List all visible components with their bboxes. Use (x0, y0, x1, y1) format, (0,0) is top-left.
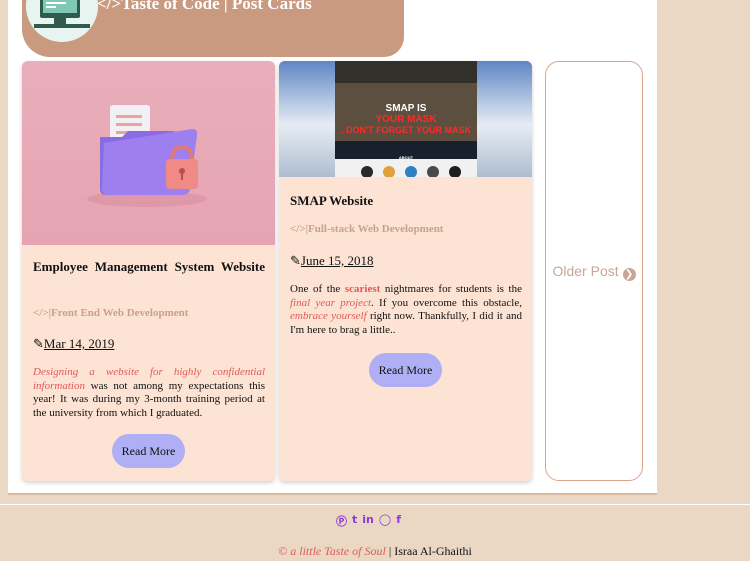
post-excerpt-highlight: embrace yourself (290, 310, 367, 322)
post-excerpt-strong: scariest (344, 283, 381, 295)
thumbnail-line-1: SMAP IS (385, 103, 427, 114)
post-date-text: Mar 14, 2019 (43, 336, 115, 351)
post-category[interactable]: </>|Front End Web Development (33, 307, 188, 319)
edit-icon: ✎ (33, 336, 44, 351)
facebook-icon[interactable]: f (396, 513, 401, 529)
post-excerpt-text: One of the (290, 283, 345, 295)
post-excerpt: Designing a website for highly confident… (33, 366, 265, 420)
footer-credit: © a little Taste of Soul | Israa Al-Ghai… (0, 544, 750, 559)
post-category[interactable]: </>|Full-stack Web Development (290, 223, 443, 235)
linkedin-icon[interactable]: in (362, 513, 374, 529)
post-title[interactable]: Employee Management System Website (33, 259, 265, 275)
older-post-button[interactable]: Older Post ❯ (545, 61, 643, 481)
older-post-link[interactable]: Older Post ❯ (546, 263, 642, 281)
credit-author: Israa Al-Ghaithi (394, 544, 472, 558)
thumbnail-headline: SMAP IS YOUR MASK , DON'T FORGET YOUR MA… (335, 103, 477, 136)
instagram-icon[interactable]: ◯ (379, 513, 391, 529)
thumbnail-line-3: , DON'T FORGET YOUR MASK (341, 125, 471, 135)
chevron-right-circle-icon: ❯ (622, 268, 636, 281)
post-excerpt: One of the scariest nightmares for stude… (290, 283, 522, 337)
credit-separator: | (385, 544, 395, 558)
pinterest-icon[interactable]: Ⓟ (336, 513, 347, 529)
thumbnail-about: ABOUT (398, 155, 414, 160)
post-date-text: June 15, 2018 (300, 253, 374, 268)
post-card-employee: Employee Management System Website </>|F… (22, 61, 275, 481)
post-date: ✎June 15, 2018 (290, 253, 374, 269)
credit-tagline: a little Taste of Soul (287, 544, 386, 558)
post-thumbnail[interactable] (22, 61, 275, 245)
post-date: ✎Mar 14, 2019 (33, 336, 114, 352)
tumblr-icon[interactable]: t (352, 513, 357, 529)
thumbnail-line-2: YOUR MASK (375, 114, 437, 125)
post-excerpt-text: . If you overcome this obstacle, (371, 296, 522, 309)
older-post-label: Older Post (552, 263, 619, 279)
page-title: </>Taste of Code | Post Cards (97, 0, 312, 13)
read-more-button[interactable]: Read More (112, 434, 185, 468)
post-excerpt-highlight: final year project (290, 296, 372, 309)
copyright-symbol: © (278, 544, 288, 558)
footer-divider (0, 504, 750, 505)
folder-lock-icon (87, 105, 207, 207)
post-thumbnail[interactable]: SMAP IS YOUR MASK , DON'T FORGET YOUR MA… (279, 61, 532, 177)
post-excerpt-text: nightmares for students is the (380, 283, 522, 295)
edit-icon: ✎ (290, 253, 301, 268)
read-more-button[interactable]: Read More (369, 353, 442, 387)
social-links: Ⓟ t in ◯ f (336, 513, 401, 529)
post-title-text: Employee Management System Website (33, 259, 265, 274)
post-title[interactable]: SMAP Website (290, 193, 373, 209)
post-card-smap: SMAP IS YOUR MASK , DON'T FORGET YOUR MA… (279, 61, 532, 481)
